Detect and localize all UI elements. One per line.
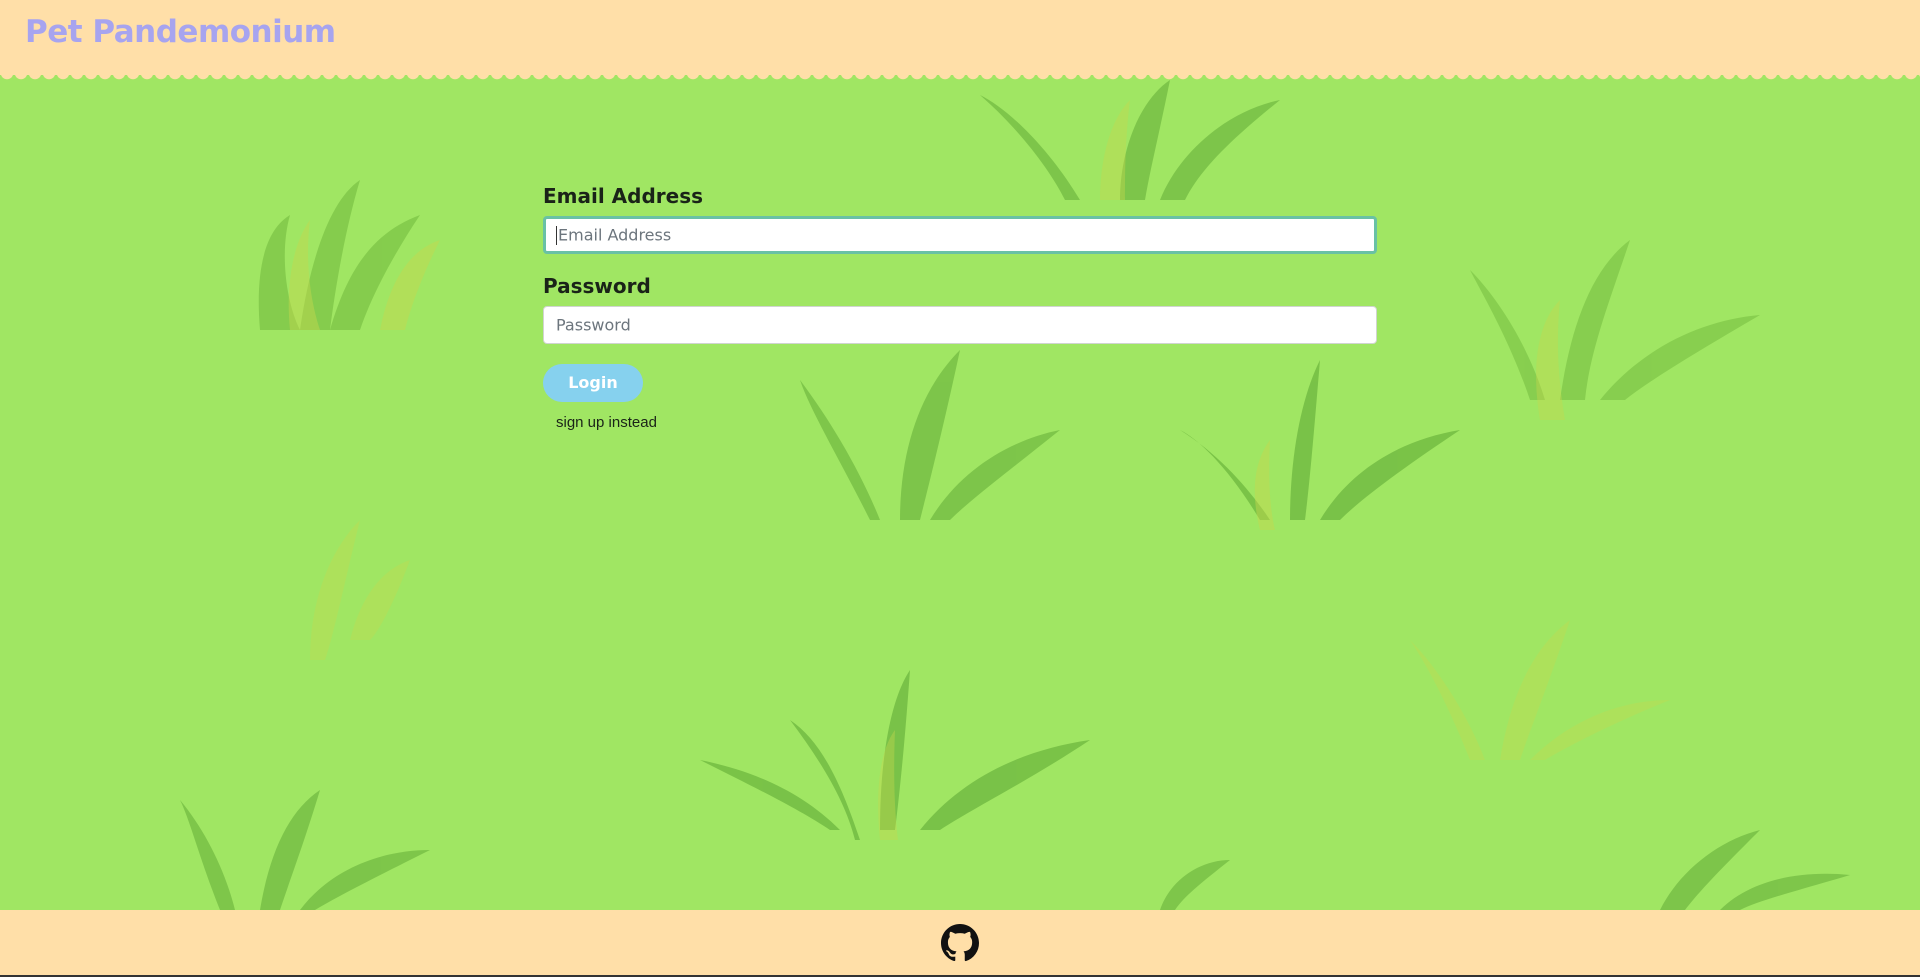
header-scallop-edge (0, 73, 1920, 83)
signup-link[interactable]: sign up instead (556, 414, 1377, 431)
grass-background (180, 80, 1850, 910)
password-placeholder: Password (556, 315, 631, 335)
email-input[interactable]: Email Address (543, 216, 1377, 254)
password-label: Password (543, 274, 651, 298)
password-input[interactable]: Password (543, 306, 1377, 344)
brand-logo-text[interactable]: Pet Pandemonium (25, 14, 336, 50)
login-form: Email Address Email Address Password Pas… (543, 184, 1377, 431)
login-button[interactable]: Login (543, 364, 643, 402)
email-label: Email Address (543, 184, 704, 208)
email-placeholder: Email Address (558, 225, 672, 245)
github-icon[interactable] (941, 924, 979, 962)
text-caret (556, 226, 557, 245)
